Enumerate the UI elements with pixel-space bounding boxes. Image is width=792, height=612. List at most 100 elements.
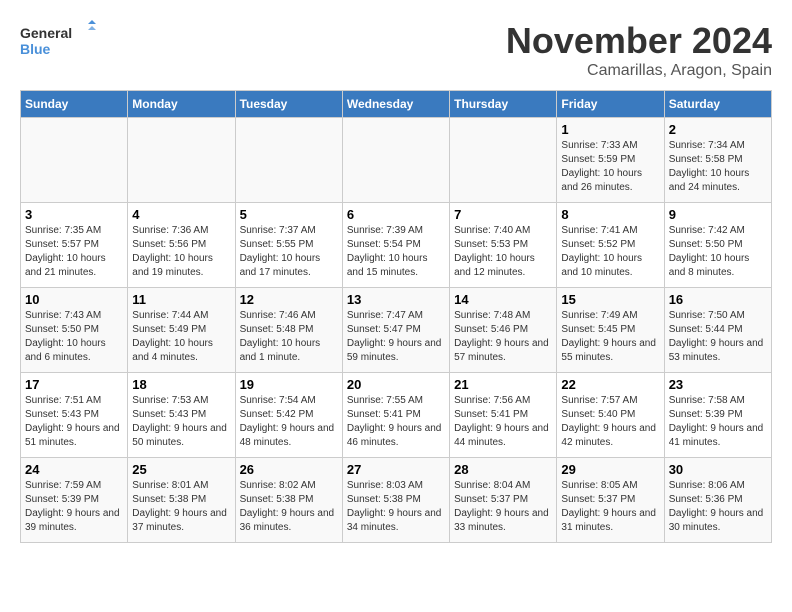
- day-info: Sunrise: 8:05 AMSunset: 5:37 PMDaylight:…: [561, 479, 659, 535]
- location-title: Camarillas, Aragon, Spain: [506, 62, 772, 80]
- calendar-cell: 4Sunrise: 7:36 AMSunset: 5:56 PMDaylight…: [128, 203, 235, 288]
- day-number: 21: [454, 377, 552, 392]
- day-number: 22: [561, 377, 659, 392]
- day-info: Sunrise: 7:33 AMSunset: 5:59 PMDaylight:…: [561, 139, 659, 195]
- day-number: 23: [669, 377, 767, 392]
- calendar-week-5: 24 Sunrise: 7:59 AMSunset: 5:39 PMDayligh…: [21, 458, 772, 543]
- day-info: Sunrise: 7:40 AMSunset: 5:53 PMDaylight:…: [454, 224, 552, 280]
- day-number: 8: [561, 207, 659, 222]
- calendar-week-1: 1 Sunrise: 7:33 AMSunset: 5:59 PMDaylight…: [21, 118, 772, 203]
- calendar-cell: 8 Sunrise: 7:41 AMSunset: 5:52 PMDaylight…: [557, 203, 664, 288]
- calendar-cell: 30Sunrise: 8:06 AMSunset: 5:36 PMDayligh…: [664, 458, 771, 543]
- day-number: 1: [561, 122, 659, 137]
- calendar-cell: [342, 118, 449, 203]
- day-info: Sunrise: 7:37 AMSunset: 5:55 PMDaylight:…: [240, 224, 338, 280]
- calendar-cell: 21 Sunrise: 7:56 AMSunset: 5:41 PMDayligh…: [450, 373, 557, 458]
- calendar-cell: 3Sunrise: 7:35 AMSunset: 5:57 PMDaylight…: [21, 203, 128, 288]
- weekday-header-monday: Monday: [128, 91, 235, 118]
- title-area: November 2024 Camarillas, Aragon, Spain: [506, 20, 772, 80]
- day-info: Sunrise: 7:42 AMSunset: 5:50 PMDaylight:…: [669, 224, 767, 280]
- day-number: 6: [347, 207, 445, 222]
- calendar-week-2: 3Sunrise: 7:35 AMSunset: 5:57 PMDaylight…: [21, 203, 772, 288]
- month-title: November 2024: [506, 20, 772, 62]
- calendar-cell: [235, 118, 342, 203]
- day-number: 19: [240, 377, 338, 392]
- day-number: 12: [240, 292, 338, 307]
- day-number: 2: [669, 122, 767, 137]
- weekday-header-sunday: Sunday: [21, 91, 128, 118]
- calendar-cell: 28Sunrise: 8:04 AMSunset: 5:37 PMDayligh…: [450, 458, 557, 543]
- day-number: 25: [132, 462, 230, 477]
- day-number: 29: [561, 462, 659, 477]
- day-info: Sunrise: 7:55 AMSunset: 5:41 PMDaylight:…: [347, 394, 445, 450]
- weekday-header-row: SundayMondayTuesdayWednesdayThursdayFrid…: [21, 91, 772, 118]
- day-info: Sunrise: 7:41 AMSunset: 5:52 PMDaylight:…: [561, 224, 659, 280]
- calendar-cell: 22 Sunrise: 7:57 AMSunset: 5:40 PMDayligh…: [557, 373, 664, 458]
- day-number: 9: [669, 207, 767, 222]
- weekday-header-thursday: Thursday: [450, 91, 557, 118]
- day-number: 15: [561, 292, 659, 307]
- day-info: Sunrise: 7:46 AMSunset: 5:48 PMDaylight:…: [240, 309, 338, 365]
- calendar-cell: 27 Sunrise: 8:03 AMSunset: 5:38 PMDayligh…: [342, 458, 449, 543]
- day-info: Sunrise: 7:39 AMSunset: 5:54 PMDaylight:…: [347, 224, 445, 280]
- day-info: Sunrise: 7:56 AMSunset: 5:41 PMDaylight:…: [454, 394, 552, 450]
- day-number: 5: [240, 207, 338, 222]
- day-number: 11: [132, 292, 230, 307]
- day-number: 10: [25, 292, 123, 307]
- day-info: Sunrise: 7:34 AMSunset: 5:58 PMDaylight:…: [669, 139, 767, 195]
- day-number: 17: [25, 377, 123, 392]
- weekday-header-friday: Friday: [557, 91, 664, 118]
- calendar-table: SundayMondayTuesdayWednesdayThursdayFrid…: [20, 90, 772, 543]
- calendar-cell: [450, 118, 557, 203]
- calendar-cell: 11Sunrise: 7:44 AMSunset: 5:49 PMDayligh…: [128, 288, 235, 373]
- calendar-cell: 14 Sunrise: 7:48 AMSunset: 5:46 PMDayligh…: [450, 288, 557, 373]
- day-number: 18: [132, 377, 230, 392]
- day-info: Sunrise: 8:06 AMSunset: 5:36 PMDaylight:…: [669, 479, 767, 535]
- day-number: 20: [347, 377, 445, 392]
- calendar-cell: 6 Sunrise: 7:39 AMSunset: 5:54 PMDaylight…: [342, 203, 449, 288]
- svg-text:Blue: Blue: [20, 41, 51, 57]
- calendar-cell: 9 Sunrise: 7:42 AMSunset: 5:50 PMDaylight…: [664, 203, 771, 288]
- calendar-cell: 1 Sunrise: 7:33 AMSunset: 5:59 PMDaylight…: [557, 118, 664, 203]
- calendar-cell: 23Sunrise: 7:58 AMSunset: 5:39 PMDayligh…: [664, 373, 771, 458]
- day-number: 24: [25, 462, 123, 477]
- day-info: Sunrise: 7:59 AMSunset: 5:39 PMDaylight:…: [25, 479, 123, 535]
- day-info: Sunrise: 7:57 AMSunset: 5:40 PMDaylight:…: [561, 394, 659, 450]
- calendar-cell: 16 Sunrise: 7:50 AMSunset: 5:44 PMDayligh…: [664, 288, 771, 373]
- day-number: 7: [454, 207, 552, 222]
- calendar-cell: 24 Sunrise: 7:59 AMSunset: 5:39 PMDayligh…: [21, 458, 128, 543]
- calendar-cell: 15 Sunrise: 7:49 AMSunset: 5:45 PMDayligh…: [557, 288, 664, 373]
- day-number: 26: [240, 462, 338, 477]
- calendar-cell: 13Sunrise: 7:47 AMSunset: 5:47 PMDayligh…: [342, 288, 449, 373]
- logo-svg: General Blue: [20, 20, 100, 60]
- calendar-cell: 5 Sunrise: 7:37 AMSunset: 5:55 PMDaylight…: [235, 203, 342, 288]
- day-info: Sunrise: 7:43 AMSunset: 5:50 PMDaylight:…: [25, 309, 123, 365]
- calendar-cell: [21, 118, 128, 203]
- weekday-header-wednesday: Wednesday: [342, 91, 449, 118]
- day-info: Sunrise: 8:02 AMSunset: 5:38 PMDaylight:…: [240, 479, 338, 535]
- day-number: 16: [669, 292, 767, 307]
- day-info: Sunrise: 8:03 AMSunset: 5:38 PMDaylight:…: [347, 479, 445, 535]
- weekday-header-saturday: Saturday: [664, 91, 771, 118]
- calendar-week-3: 10 Sunrise: 7:43 AMSunset: 5:50 PMDayligh…: [21, 288, 772, 373]
- day-info: Sunrise: 8:01 AMSunset: 5:38 PMDaylight:…: [132, 479, 230, 535]
- calendar-cell: 19 Sunrise: 7:54 AMSunset: 5:42 PMDayligh…: [235, 373, 342, 458]
- day-info: Sunrise: 7:51 AMSunset: 5:43 PMDaylight:…: [25, 394, 123, 450]
- day-info: Sunrise: 7:53 AMSunset: 5:43 PMDaylight:…: [132, 394, 230, 450]
- day-info: Sunrise: 7:54 AMSunset: 5:42 PMDaylight:…: [240, 394, 338, 450]
- day-info: Sunrise: 8:04 AMSunset: 5:37 PMDaylight:…: [454, 479, 552, 535]
- day-info: Sunrise: 7:49 AMSunset: 5:45 PMDaylight:…: [561, 309, 659, 365]
- day-number: 13: [347, 292, 445, 307]
- calendar-cell: 20 Sunrise: 7:55 AMSunset: 5:41 PMDayligh…: [342, 373, 449, 458]
- svg-text:General: General: [20, 25, 72, 41]
- day-number: 27: [347, 462, 445, 477]
- header: General Blue November 2024 Camarillas, A…: [20, 20, 772, 80]
- day-number: 14: [454, 292, 552, 307]
- calendar-cell: 25 Sunrise: 8:01 AMSunset: 5:38 PMDayligh…: [128, 458, 235, 543]
- day-info: Sunrise: 7:48 AMSunset: 5:46 PMDaylight:…: [454, 309, 552, 365]
- weekday-header-tuesday: Tuesday: [235, 91, 342, 118]
- day-info: Sunrise: 7:50 AMSunset: 5:44 PMDaylight:…: [669, 309, 767, 365]
- calendar-cell: 26 Sunrise: 8:02 AMSunset: 5:38 PMDayligh…: [235, 458, 342, 543]
- day-number: 4: [132, 207, 230, 222]
- calendar-cell: 18 Sunrise: 7:53 AMSunset: 5:43 PMDayligh…: [128, 373, 235, 458]
